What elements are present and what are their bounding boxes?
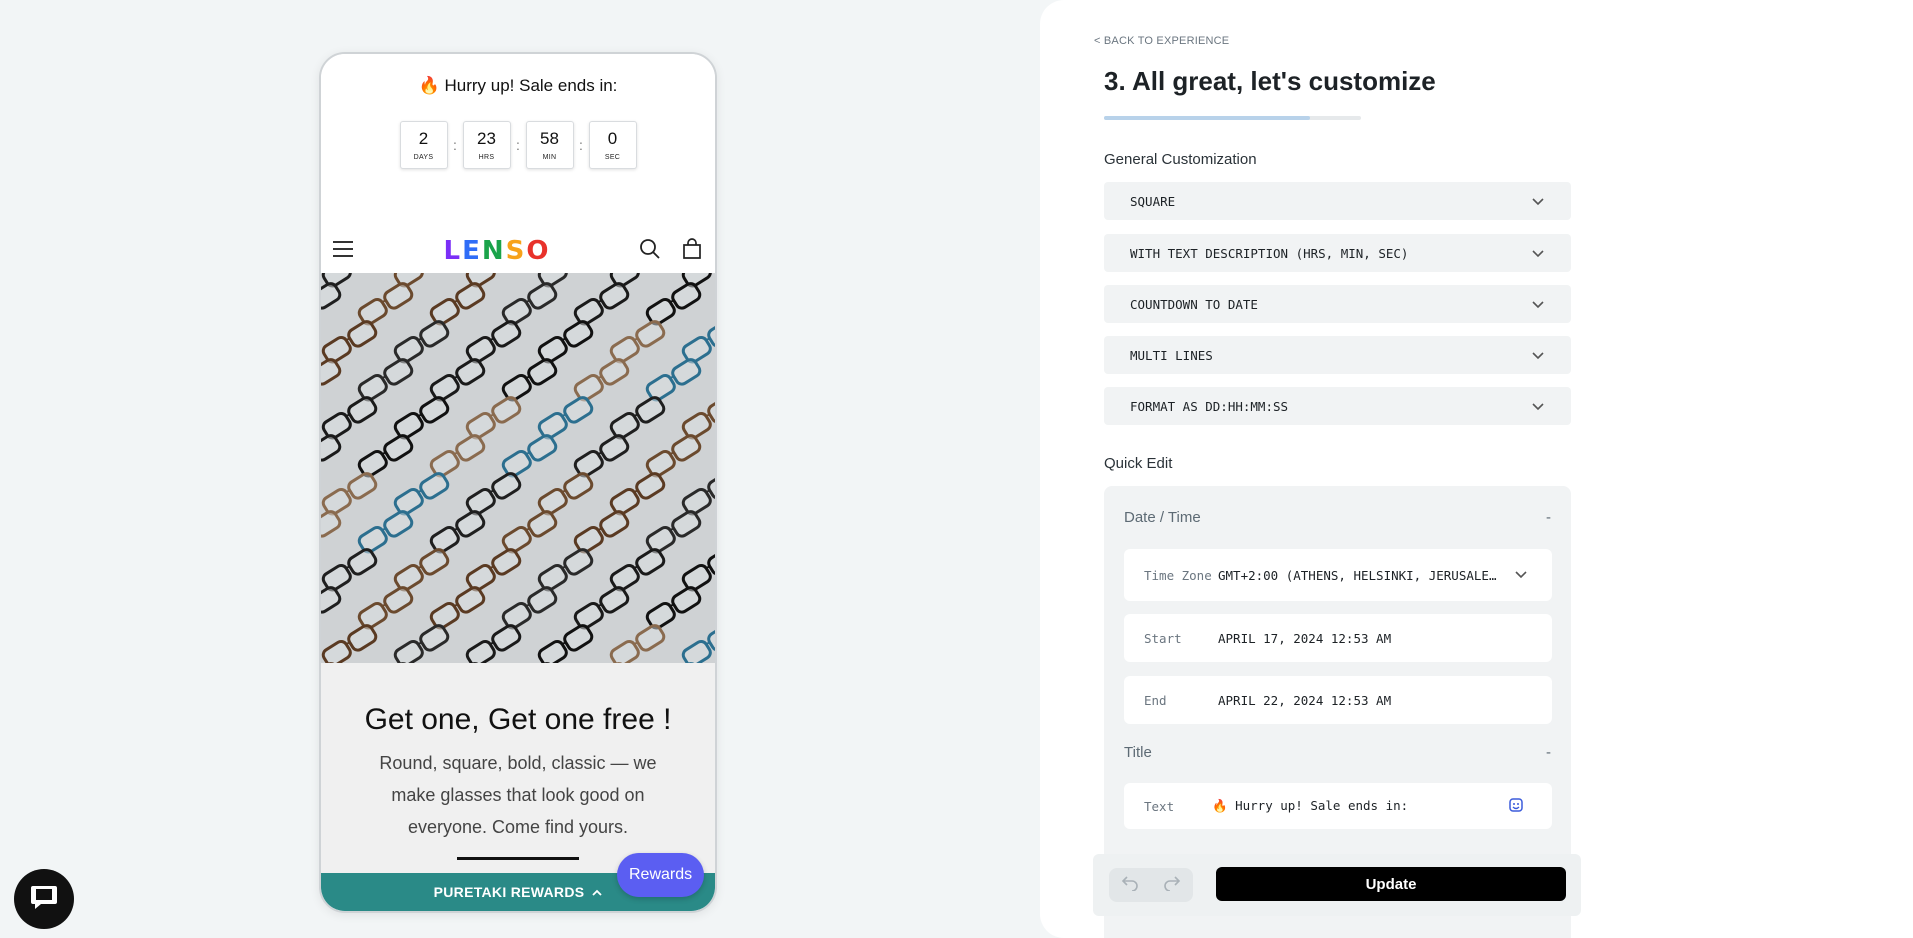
- rewards-launcher-button[interactable]: Rewards: [617, 853, 705, 897]
- start-label: Start: [1144, 630, 1182, 646]
- cart-icon[interactable]: [681, 237, 703, 265]
- undo-redo-group: [1109, 868, 1193, 902]
- step-progress-bar: [1104, 116, 1361, 120]
- step-progress-fill: [1104, 116, 1310, 120]
- store-logo[interactable]: LENSO: [444, 236, 551, 266]
- undo-icon[interactable]: [1121, 873, 1139, 897]
- countdown-type-dropdown[interactable]: COUNTDOWN TO DATE: [1104, 285, 1571, 323]
- emoji-picker-icon[interactable]: [1508, 797, 1524, 816]
- timer-seconds: 0 SEC: [588, 121, 637, 169]
- general-customization-label: General Customization: [1104, 151, 1257, 168]
- end-label: End: [1144, 692, 1167, 708]
- timer-title: 🔥 Hurry up! Sale ends in:: [418, 76, 618, 95]
- timezone-select[interactable]: Time Zone GMT+2:00 (ATHENS, HELSINKI, JE…: [1124, 549, 1552, 601]
- quick-edit-label: Quick Edit: [1104, 455, 1173, 472]
- datetime-section-header[interactable]: Date / Time -: [1124, 509, 1551, 526]
- end-date-field[interactable]: End APRIL 22, 2024 12:53 AM: [1124, 676, 1552, 724]
- shop-button-edge[interactable]: [457, 857, 579, 860]
- hero-image-glasses: [321, 273, 715, 663]
- timer-separator: :: [516, 137, 520, 153]
- mobile-preview-frame: 🔥 Hurry up! Sale ends in: 2 DAYS : 23 HR…: [319, 52, 717, 913]
- timer-seconds-value: 0: [607, 128, 618, 148]
- chevron-down-icon: [1531, 348, 1545, 362]
- title-text-field[interactable]: Text 🔥 Hurry up! Sale ends in:: [1124, 783, 1552, 829]
- format-dropdown[interactable]: FORMAT AS DD:HH:MM:SS: [1104, 387, 1571, 425]
- dropdown-value: WITH TEXT DESCRIPTION (HRS, MIN, SEC): [1130, 245, 1409, 261]
- timer-hours: 23 HRS: [462, 121, 511, 169]
- header-icons: [639, 237, 703, 265]
- customization-panel: < BACK TO EXPERIENCE 3. All great, let's…: [1040, 0, 1913, 938]
- dropdown-value: SQUARE: [1130, 193, 1176, 209]
- rewards-bar-label: PURETAKI REWARDS: [433, 884, 585, 900]
- timer-days: 2 DAYS: [399, 121, 448, 169]
- page-title: 3. All great, let's customize: [1104, 66, 1436, 96]
- timezone-label: Time Zone: [1144, 567, 1212, 583]
- collapse-toggle[interactable]: -: [1546, 509, 1551, 526]
- dropdown-value: FORMAT AS DD:HH:MM:SS: [1130, 398, 1289, 414]
- timer-boxes: 2 DAYS : 23 HRS : 58 MIN : 0 SEC: [321, 121, 715, 169]
- hamburger-icon[interactable]: [333, 240, 355, 263]
- timer-seconds-label: SEC: [604, 153, 621, 161]
- collapse-toggle[interactable]: -: [1546, 744, 1551, 761]
- timer-minutes-label: MIN: [542, 153, 557, 161]
- chevron-down-icon: [1531, 297, 1545, 311]
- timer-minutes-value: 58: [540, 128, 559, 148]
- end-value: APRIL 22, 2024 12:53 AM: [1218, 692, 1392, 708]
- timer-separator: :: [579, 137, 583, 153]
- chat-button[interactable]: [14, 869, 74, 929]
- chevron-down-icon: [1514, 567, 1528, 584]
- chevron-down-icon: [1531, 194, 1545, 208]
- title-section-title: Title: [1124, 744, 1152, 761]
- chevron-up-icon: [592, 884, 603, 900]
- preview-area: 🔥 Hurry up! Sale ends in: 2 DAYS : 23 HR…: [0, 0, 1040, 938]
- countdown-timer-bar: 🔥 Hurry up! Sale ends in: 2 DAYS : 23 HR…: [321, 54, 715, 229]
- datetime-section-title: Date / Time: [1124, 509, 1201, 526]
- search-icon[interactable]: [639, 238, 661, 265]
- update-button[interactable]: Update: [1216, 867, 1566, 901]
- title-section-header[interactable]: Title -: [1124, 744, 1551, 761]
- dropdown-value: COUNTDOWN TO DATE: [1130, 296, 1258, 312]
- label-style-dropdown[interactable]: WITH TEXT DESCRIPTION (HRS, MIN, SEC): [1104, 234, 1571, 272]
- timer-separator: :: [453, 137, 457, 153]
- timer-hours-label: HRS: [478, 153, 495, 161]
- promo-title: Get one, Get one free !: [364, 703, 672, 736]
- timer-minutes: 58 MIN: [525, 121, 574, 169]
- promo-text: Round, square, bold, classic — we make g…: [379, 753, 657, 837]
- chevron-down-icon: [1531, 399, 1545, 413]
- timer-days-label: DAYS: [413, 153, 434, 161]
- redo-icon[interactable]: [1163, 873, 1181, 897]
- chat-bubble-icon: [29, 883, 59, 916]
- timer-hours-value: 23: [477, 128, 496, 148]
- shape-dropdown[interactable]: SQUARE: [1104, 182, 1571, 220]
- dropdown-value: MULTI LINES: [1130, 347, 1213, 363]
- title-text-label: Text: [1144, 798, 1175, 814]
- timer-days-value: 2: [418, 128, 429, 148]
- store-header: LENSO: [321, 229, 715, 273]
- action-bar: Update: [1093, 854, 1581, 916]
- back-to-experience-link[interactable]: < BACK TO EXPERIENCE: [1094, 35, 1229, 47]
- start-date-field[interactable]: Start APRIL 17, 2024 12:53 AM: [1124, 614, 1552, 662]
- title-text-value: 🔥 Hurry up! Sale ends in:: [1212, 798, 1409, 813]
- promo-section: Get one, Get one free ! Round, square, b…: [321, 663, 715, 883]
- timezone-value: GMT+2:00 (ATHENS, HELSINKI, JERUSALEM): [1218, 567, 1500, 583]
- start-value: APRIL 17, 2024 12:53 AM: [1218, 630, 1392, 646]
- layout-lines-dropdown[interactable]: MULTI LINES: [1104, 336, 1571, 374]
- chevron-down-icon: [1531, 246, 1545, 260]
